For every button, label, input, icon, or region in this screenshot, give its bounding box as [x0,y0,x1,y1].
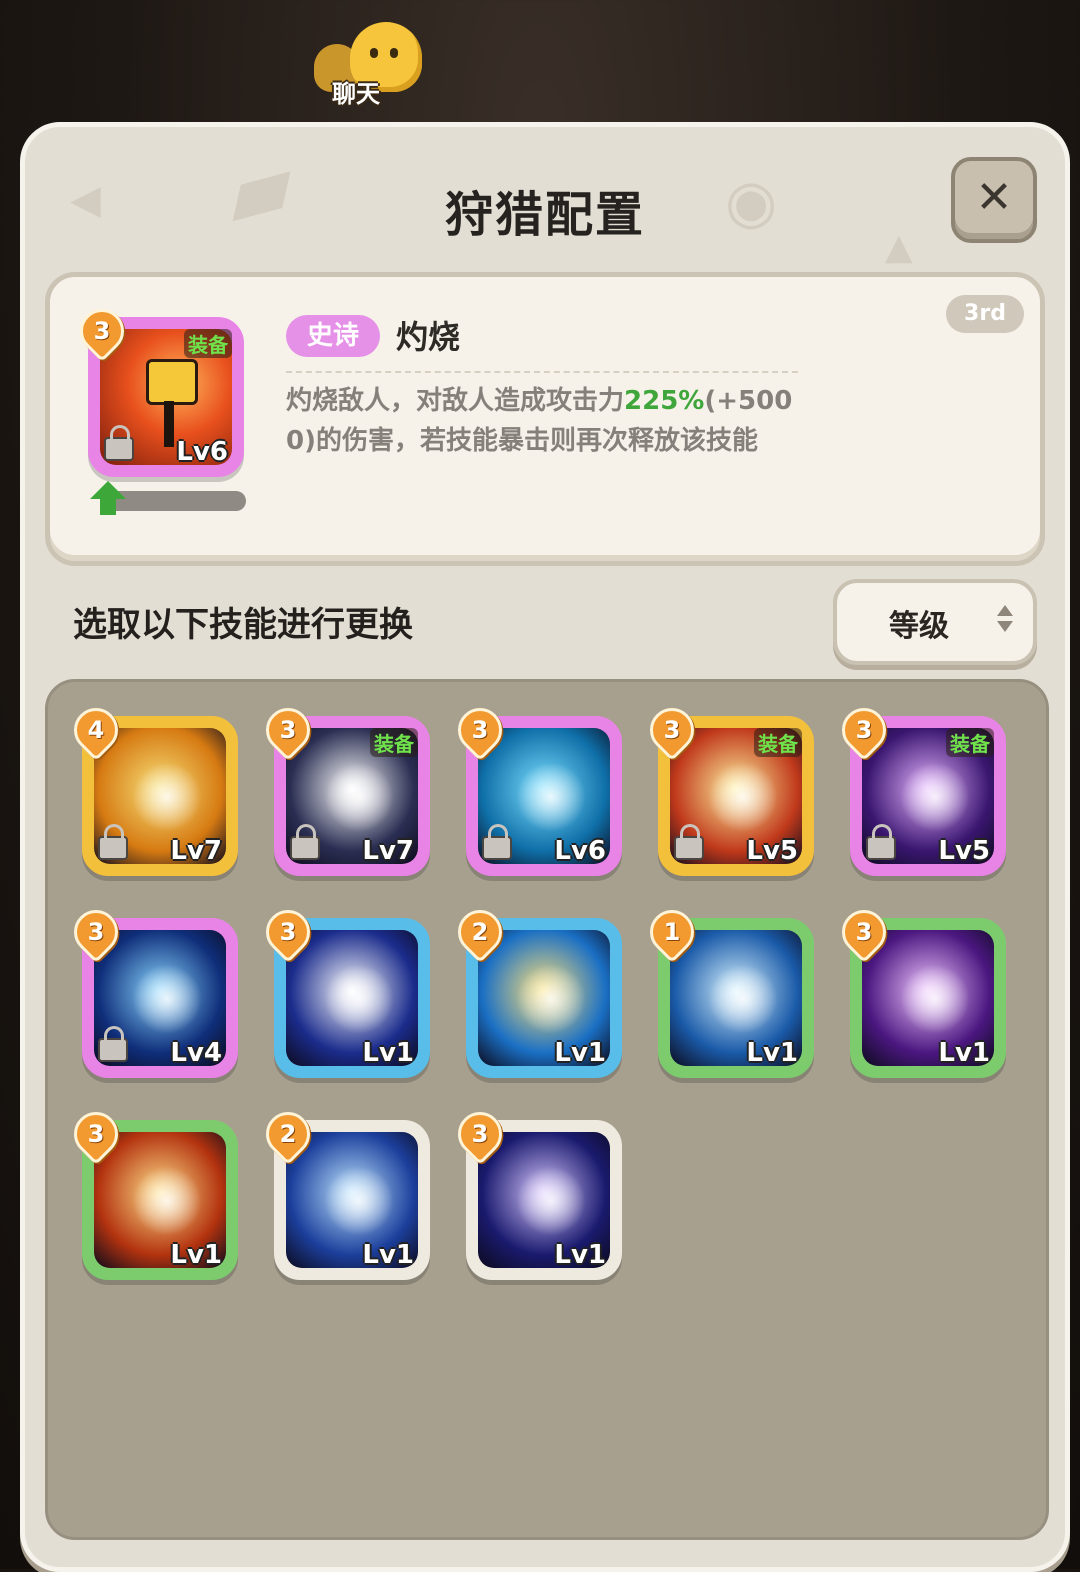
skill-level: Lv7 [362,836,414,866]
skill-glow [516,1166,586,1236]
damage-highlight: 225% [624,386,705,416]
skill-glow [324,762,394,832]
lock-icon [104,425,134,461]
skill-card[interactable]: Lv1 2 [256,1102,430,1280]
equipped-badge: 装备 [370,728,418,757]
divider [286,371,798,373]
skill-grid: Lv7 4 装备 Lv7 3 Lv6 3 装备 Lv5 3 装备 Lv5 3 Lv4 3 Lv1 3 Lv1 2 Lv… [45,679,1049,1540]
skill-card[interactable]: 装备 Lv5 3 [640,698,814,876]
lock-icon [866,824,896,860]
selected-skill-card: 3rd 装备 Lv6 3 史诗 灼烧 灼烧敌人，对敌人造成攻击力225%(+50… [45,272,1045,566]
skill-glow [900,762,970,832]
selected-skill-frame: 装备 Lv6 3 [70,299,244,477]
skill-level: Lv6 [176,437,228,467]
hunt-config-panel: ◀ ▰ ◉ ▲ 狩猎配置 ✕ 3rd 装备 Lv6 3 史诗 灼烧 灼烧敌人，对… [20,122,1070,1572]
skill-level: Lv5 [938,836,990,866]
skill-description: 灼烧敌人，对敌人造成攻击力225%(+500 0)的伤害，若技能暴击则再次释放该技… [286,386,793,456]
skill-glow [132,762,202,832]
skill-glow [516,964,586,1034]
equipped-badge: 装备 [754,728,802,757]
close-icon: ✕ [975,172,1013,223]
lock-icon [98,824,128,860]
figure-head [146,359,198,405]
skill-glow [324,1166,394,1236]
skill-card[interactable]: 装备 Lv5 3 [832,698,1006,876]
equipped-badge: 装备 [946,728,994,757]
skill-glow [132,964,202,1034]
skill-card[interactable]: Lv1 3 [448,1102,622,1280]
lock-icon [290,824,320,860]
sort-down-icon [997,621,1013,632]
skill-card[interactable]: Lv1 2 [448,900,622,1078]
skill-level: Lv1 [362,1240,414,1270]
skill-card[interactable]: Lv1 3 [832,900,1006,1078]
skill-card[interactable]: 装备 Lv7 3 [256,698,430,876]
skill-level: Lv1 [362,1038,414,1068]
upgrade-arrow-stem [100,499,116,515]
sort-label: 等级 [889,609,949,644]
skill-level: Lv6 [554,836,606,866]
skill-card[interactable]: Lv1 3 [256,900,430,1078]
skill-level: Lv5 [746,836,798,866]
sort-dropdown[interactable]: 等级 [833,579,1037,665]
skill-level: Lv1 [554,1240,606,1270]
skill-glow [900,964,970,1034]
skill-glow [708,762,778,832]
skill-card[interactable]: Lv4 3 [64,900,238,1078]
lock-icon [98,1026,128,1062]
lock-icon [482,824,512,860]
chat-button[interactable]: 聊天 [310,16,430,112]
lock-icon [674,824,704,860]
skill-level: Lv4 [170,1038,222,1068]
rarity-badge: 史诗 [286,315,380,357]
skill-glow [324,964,394,1034]
equipped-badge: 装备 [184,329,232,358]
skill-glow [708,964,778,1034]
skill-glow [516,762,586,832]
skill-level: Lv1 [746,1038,798,1068]
upgrade-bar [106,491,246,511]
chat-eye-right [390,48,398,58]
skill-glow [132,1166,202,1236]
upgrade-progress [90,481,246,515]
skill-card[interactable]: Lv6 3 [448,698,622,876]
rank-badge: 3rd [946,295,1024,333]
skill-level: Lv7 [170,836,222,866]
skill-card[interactable]: Lv7 4 [64,698,238,876]
skill-level: Lv1 [938,1038,990,1068]
chat-eye-left [370,48,378,58]
selected-skill-icon[interactable]: 装备 Lv6 3 [70,299,244,477]
page-title: 狩猎配置 [444,187,645,243]
skill-name: 灼烧 [396,318,461,356]
replace-hint: 选取以下技能进行更换 [73,605,413,645]
skill-card[interactable]: Lv1 3 [64,1102,238,1280]
skill-level: Lv1 [554,1038,606,1068]
close-button[interactable]: ✕ [951,157,1037,243]
sort-up-icon [997,605,1013,616]
skill-level: Lv1 [170,1240,222,1270]
figure-body [164,401,174,447]
chat-label: 聊天 [332,80,380,108]
upgrade-arrow-icon [90,481,126,499]
skill-card[interactable]: Lv1 1 [640,900,814,1078]
